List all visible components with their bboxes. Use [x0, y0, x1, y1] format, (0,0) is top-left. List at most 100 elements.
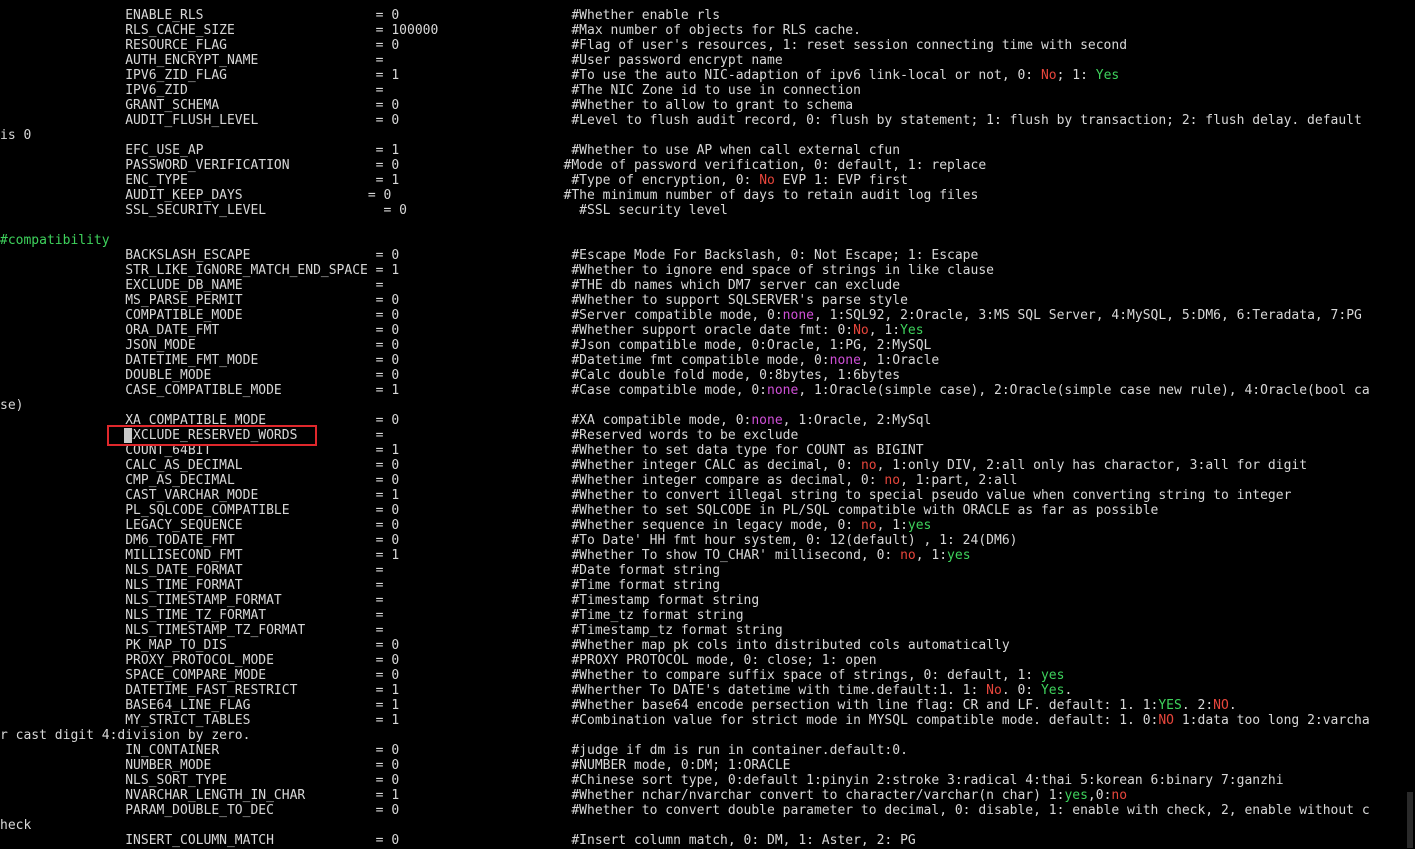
- terminal-line: NLS_TIMESTAMP_FORMAT = #Timestamp format…: [0, 593, 759, 608]
- terminal-line: PARAM_DOUBLE_TO_DEC = 0 #Whether to conv…: [0, 803, 1370, 818]
- terminal-text: INSERT_COLUMN_MATCH = 0 #Insert column m…: [0, 833, 916, 848]
- terminal-text: yes: [907, 518, 932, 533]
- terminal-text: NVARCHAR_LENGTH_IN_CHAR = 1 #Whether nch…: [0, 788, 1065, 803]
- terminal-text: IN_CONTAINER = 0 #judge if dm is run in …: [0, 743, 908, 758]
- terminal-text: EXCLUDE_DB_NAME = #THE db names which DM…: [0, 278, 901, 293]
- terminal-line: IPV6_ZID_FLAG = 1 #To use the auto NIC-a…: [0, 68, 1119, 83]
- terminal-line: heck: [0, 818, 31, 833]
- terminal-text: , 1:: [915, 548, 948, 563]
- terminal-text: BASE64_LINE_FLAG = 1 #Whether base64 enc…: [0, 698, 1159, 713]
- terminal-text: NLS_DATE_FORMAT = #Date format string: [0, 563, 721, 578]
- terminal-line: PASSWORD_VERIFICATION = 0 #Mode of passw…: [0, 158, 986, 173]
- terminal-line: PL_SQLCODE_COMPATIBLE = 0 #Whether to se…: [0, 503, 1158, 518]
- terminal-text: , 1:: [868, 323, 901, 338]
- terminal-text: NO: [1213, 698, 1229, 713]
- terminal-text: MILLISECOND_FMT = 1 #Whether To show TO_…: [0, 548, 901, 563]
- terminal-line: STR_LIKE_IGNORE_MATCH_END_SPACE = 1 #Whe…: [0, 263, 994, 278]
- terminal-line: SPACE_COMPARE_MODE = 0 #Whether to compa…: [0, 668, 1064, 683]
- terminal-text: NLS_TIMESTAMP_FORMAT = #Timestamp format…: [0, 593, 760, 608]
- terminal-text: heck: [0, 818, 32, 833]
- terminal-text: ORA_DATE_FMT = 0 #Whether support oracle…: [0, 323, 854, 338]
- terminal-text: no: [1111, 788, 1128, 803]
- terminal-text: JSON_MODE = 0 #Json compatible mode, 0:O…: [0, 338, 932, 353]
- terminal-text: BACKSLASH_ESCAPE = 0 #Escape Mode For Ba…: [0, 248, 979, 263]
- terminal-line: SSL_SECURITY_LEVEL = 0 #SSL security lev…: [0, 203, 728, 218]
- terminal-text: . 0:: [1001, 683, 1041, 698]
- terminal-text: . 2:: [1181, 698, 1214, 713]
- terminal-text: AUTH_ENCRYPT_NAME = #User password encry…: [0, 53, 783, 68]
- terminal-text: no: [860, 458, 877, 473]
- terminal-line: #compatibility: [0, 233, 110, 248]
- terminal-line: NLS_SORT_TYPE = 0 #Chinese sort type, 0:…: [0, 773, 1284, 788]
- terminal-text: PARAM_DOUBLE_TO_DEC = 0 #Whether to conv…: [0, 803, 1370, 818]
- terminal-text: , 1:Oracle: [860, 353, 940, 368]
- terminal-line: MY_STRICT_TABLES = 1 #Combination value …: [0, 713, 1370, 728]
- terminal-line: AUTH_ENCRYPT_NAME = #User password encry…: [0, 53, 783, 68]
- terminal-text: ENC_TYPE = 1 #Type of encryption, 0:: [0, 173, 760, 188]
- terminal-line: ORA_DATE_FMT = 0 #Whether support oracle…: [0, 323, 923, 338]
- terminal-text: MY_STRICT_TABLES = 1 #Combination value …: [0, 713, 1159, 728]
- terminal-line: NLS_TIME_FORMAT = #Time format string: [0, 578, 720, 593]
- terminal-text: ; 1:: [1056, 68, 1096, 83]
- terminal-text: Yes: [1095, 68, 1120, 83]
- terminal-line: r cast digit 4:division by zero.: [0, 728, 250, 743]
- terminal-line: NVARCHAR_LENGTH_IN_CHAR = 1 #Whether nch…: [0, 788, 1127, 803]
- terminal-text: Yes: [1040, 683, 1065, 698]
- terminal-line: GRANT_SCHEMA = 0 #Whether to allow to gr…: [0, 98, 853, 113]
- terminal-text: No: [1040, 68, 1057, 83]
- scrollbar-thumb[interactable]: [1407, 792, 1413, 848]
- terminal-text: STR_LIKE_IGNORE_MATCH_END_SPACE = 1 #Whe…: [0, 263, 994, 278]
- terminal-line: CASE_COMPATIBLE_MODE = 1 #Case compatibl…: [0, 383, 1369, 398]
- terminal-text: no: [860, 518, 877, 533]
- terminal-text: COMPATIBLE_MODE = 0 #Server compatible m…: [0, 308, 783, 323]
- terminal-text: NLS_SORT_TYPE = 0 #Chinese sort type, 0:…: [0, 773, 1284, 788]
- terminal-text: , 1:Oracle, 2:MySql: [782, 413, 932, 428]
- terminal-text: PL_SQLCODE_COMPATIBLE = 0 #Whether to se…: [0, 503, 1159, 518]
- terminal-text: , 1:: [876, 518, 908, 533]
- terminal-line: IN_CONTAINER = 0 #judge if dm is run in …: [0, 743, 908, 758]
- terminal-text: #compatibility: [0, 233, 110, 248]
- terminal-text: LEGACY_SEQUENCE = 0 #Whether sequence in…: [0, 518, 861, 533]
- terminal-line: NLS_TIMESTAMP_TZ_FORMAT = #Timestamp_tz …: [0, 623, 783, 638]
- terminal-text: none: [782, 308, 814, 323]
- terminal-text: CMP_AS_DECIMAL = 0 #Whether integer comp…: [0, 473, 885, 488]
- terminal-text: none: [751, 413, 783, 428]
- terminal-text: , 1:SQL92, 2:Oracle, 3:MS SQL Server, 4:…: [813, 308, 1362, 323]
- terminal-line: AUDIT_FLUSH_LEVEL = 0 #Level to flush au…: [0, 113, 1362, 128]
- terminal-line: IPV6_ZID = #The NIC Zone id to use in co…: [0, 83, 861, 98]
- terminal-text: se): [0, 398, 24, 413]
- terminal-text: NLS_TIMESTAMP_TZ_FORMAT = #Timestamp_tz …: [0, 623, 783, 638]
- terminal-text: PROXY_PROTOCOL_MODE = 0 #PROXY PROTOCOL …: [0, 653, 877, 668]
- terminal-text: DATETIME_FMT_MODE = 0 #Datetime fmt comp…: [0, 353, 830, 368]
- terminal-line: AUDIT_KEEP_DAYS = 0 #The minimum number …: [0, 188, 978, 203]
- terminal-text: DM6_TODATE_FMT = 0 #To Date' HH fmt hour…: [0, 533, 1018, 548]
- terminal-text: No: [759, 173, 775, 188]
- terminal-text: no: [900, 548, 916, 563]
- terminal-text: DATETIME_FAST_RESTRICT = 1 #Wherther To …: [0, 683, 987, 698]
- terminal-line: CALC_AS_DECIMAL = 0 #Whether integer CAL…: [0, 458, 1307, 473]
- terminal-text: AUDIT_KEEP_DAYS = 0 #The minimum number …: [0, 188, 979, 203]
- terminal-line: se): [0, 398, 23, 413]
- scrollbar[interactable]: [1405, 0, 1415, 849]
- highlight-box: [107, 425, 317, 446]
- terminal-text: EVP 1: EVP first: [774, 173, 908, 188]
- terminal-text: NLS_TIME_FORMAT = #Time format string: [0, 578, 721, 593]
- terminal-text: CAST_VARCHAR_MODE = 1 #Whether to conver…: [0, 488, 1292, 503]
- terminal-text: DOUBLE_MODE = 0 #Calc double fold mode, …: [0, 368, 901, 383]
- terminal-text: , 1:part, 2:all: [900, 473, 1018, 488]
- terminal-line: BASE64_LINE_FLAG = 1 #Whether base64 enc…: [0, 698, 1236, 713]
- terminal-text: 1:data too long 2:varcha: [1174, 713, 1370, 728]
- terminal-line: CAST_VARCHAR_MODE = 1 #Whether to conver…: [0, 488, 1291, 503]
- terminal-line: DATETIME_FMT_MODE = 0 #Datetime fmt comp…: [0, 353, 939, 368]
- terminal-line: NLS_DATE_FORMAT = #Date format string: [0, 563, 720, 578]
- terminal-line: DM6_TODATE_FMT = 0 #To Date' HH fmt hour…: [0, 533, 1017, 548]
- terminal-text: IPV6_ZID = #The NIC Zone id to use in co…: [0, 83, 861, 98]
- terminal-line: JSON_MODE = 0 #Json compatible mode, 0:O…: [0, 338, 931, 353]
- terminal-text: RLS_CACHE_SIZE = 100000 #Max number of o…: [0, 23, 861, 38]
- terminal-line: MS_PARSE_PERMIT = 0 #Whether to support …: [0, 293, 908, 308]
- terminal-line: is 0: [0, 128, 31, 143]
- terminal-line: INSERT_COLUMN_MATCH = 0 #Insert column m…: [0, 833, 916, 848]
- terminal-text: AUDIT_FLUSH_LEVEL = 0 #Level to flush au…: [0, 113, 1362, 128]
- terminal-text: RESOURCE_FLAG = 0 #Flag of user's resour…: [0, 38, 1128, 53]
- terminal-text: ,0:: [1087, 788, 1112, 803]
